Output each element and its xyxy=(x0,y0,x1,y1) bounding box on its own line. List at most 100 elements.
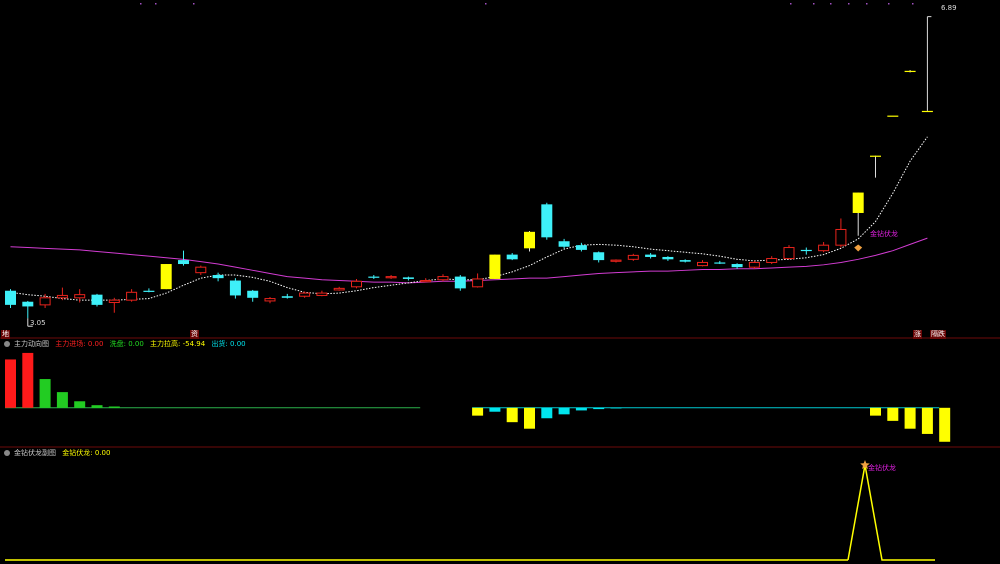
candle-body-52 xyxy=(904,70,916,73)
force-bar-32 xyxy=(558,407,570,415)
panel3-dot-icon[interactable] xyxy=(4,450,10,456)
candle-body-41 xyxy=(714,262,726,264)
candle-body-42 xyxy=(731,264,743,268)
candle-body-23 xyxy=(402,277,414,279)
candle-body-53 xyxy=(921,110,933,113)
force-bar-0 xyxy=(5,359,16,408)
signal-diamond-icon xyxy=(854,244,863,252)
candle-body-14 xyxy=(247,290,259,298)
force-bar-3 xyxy=(56,392,68,408)
top-marker-2 xyxy=(193,3,195,5)
candle-body-15 xyxy=(264,298,276,302)
candle-body-40 xyxy=(697,261,708,267)
top-marker-5 xyxy=(813,3,815,5)
top-marker-4 xyxy=(790,3,792,5)
tag-right1: 涨 xyxy=(913,330,922,339)
force-bar-54 xyxy=(939,407,951,442)
force-bar-5 xyxy=(91,405,103,408)
top-marker-10 xyxy=(912,3,914,5)
candle-body-18 xyxy=(316,292,328,296)
candle-body-5 xyxy=(91,294,103,305)
force-bar-28 xyxy=(489,407,501,412)
top-marker-0 xyxy=(140,3,142,5)
candle-body-21 xyxy=(368,276,380,278)
candle-body-49 xyxy=(852,192,864,213)
candle-body-4 xyxy=(74,294,86,299)
golden-dragon-panel xyxy=(5,460,935,561)
top-marker-6 xyxy=(830,3,832,5)
candle-body-22 xyxy=(385,276,397,279)
force-bar-53 xyxy=(921,407,933,434)
force-bar-33 xyxy=(575,407,587,411)
force-bar-34 xyxy=(593,407,605,410)
candle-body-1 xyxy=(22,301,34,307)
high-price-label: 6.89 xyxy=(941,4,957,12)
panel2-item-1: 洗盘: 0.00 xyxy=(109,340,144,348)
panel2-item-2: 主力拉高: -54.94 xyxy=(150,340,206,348)
top-marker-7 xyxy=(848,3,850,5)
candle-body-8 xyxy=(143,290,155,292)
panel2-item-3: 出货: 0.00 xyxy=(211,340,246,348)
top-grid-markers xyxy=(140,3,914,5)
tag-mid: 资 xyxy=(190,330,199,339)
top-marker-8 xyxy=(866,3,868,5)
candle-body-17 xyxy=(299,292,311,297)
panel2-legend: 主力动向图 主力进场: 0.00 洗盘: 0.00 主力拉高: -54.94 出… xyxy=(4,339,250,349)
signal-line xyxy=(847,464,935,561)
candle-body-25 xyxy=(437,276,449,281)
candle-body-43 xyxy=(748,261,760,268)
force-bar-35 xyxy=(610,407,622,409)
panel3-value: 金钻伏龙: 0.00 xyxy=(62,449,111,457)
candle-body-6 xyxy=(108,299,120,304)
candle-body-46 xyxy=(800,249,812,252)
candle-body-10 xyxy=(178,260,189,265)
candle-body-38 xyxy=(662,256,674,260)
candle-body-11 xyxy=(195,266,207,274)
candle-body-31 xyxy=(541,204,553,238)
tag-right2: 隔跌 xyxy=(930,330,946,339)
candle-body-30 xyxy=(524,231,535,249)
candle-body-9 xyxy=(160,264,172,290)
signal-label-sub: 金钻伏龙 xyxy=(868,464,896,472)
candle-body-19 xyxy=(333,287,345,291)
force-bar-31 xyxy=(541,407,553,419)
panel-dividers xyxy=(0,337,1000,448)
candle-body-26 xyxy=(454,276,466,289)
candle-body-33 xyxy=(575,245,587,250)
force-bar-4 xyxy=(74,401,86,408)
force-bar-30 xyxy=(524,407,535,429)
candle-body-36 xyxy=(627,254,639,260)
candle-body-27 xyxy=(472,278,484,288)
force-bar-29 xyxy=(506,407,518,423)
force-bar-2 xyxy=(39,379,51,408)
signal-label-main: 金钻伏龙 xyxy=(870,230,898,238)
candle-body-34 xyxy=(593,252,605,261)
candle-body-29 xyxy=(506,254,518,260)
candle-body-3 xyxy=(56,294,68,299)
candle-body-2 xyxy=(39,297,51,306)
ma-long-line xyxy=(10,237,928,284)
force-bar-51 xyxy=(887,407,899,421)
panel2-title: 主力动向图 xyxy=(14,340,49,348)
stock-chart xyxy=(0,3,1000,561)
candle-body-48 xyxy=(835,228,847,246)
panel3-title: 金钻伏龙副图 xyxy=(14,449,56,457)
candle-body-12 xyxy=(212,275,224,279)
candle-body-50 xyxy=(870,155,881,157)
candle-body-37 xyxy=(645,254,657,257)
low-price-label: 3.05 xyxy=(30,319,46,327)
candle-body-39 xyxy=(679,260,691,262)
force-bar-52 xyxy=(904,407,916,429)
candle-body-24 xyxy=(420,280,432,283)
force-bar-6 xyxy=(108,406,120,408)
candle-body-7 xyxy=(126,291,138,301)
top-marker-1 xyxy=(155,3,157,5)
candle-body-47 xyxy=(818,244,830,252)
top-marker-3 xyxy=(485,3,487,5)
panel2-dot-icon[interactable] xyxy=(4,341,10,347)
candle-body-51 xyxy=(887,115,899,117)
candle-body-44 xyxy=(766,258,778,263)
candle-body-32 xyxy=(558,241,570,247)
top-marker-9 xyxy=(888,3,890,5)
candle-body-20 xyxy=(351,280,362,288)
